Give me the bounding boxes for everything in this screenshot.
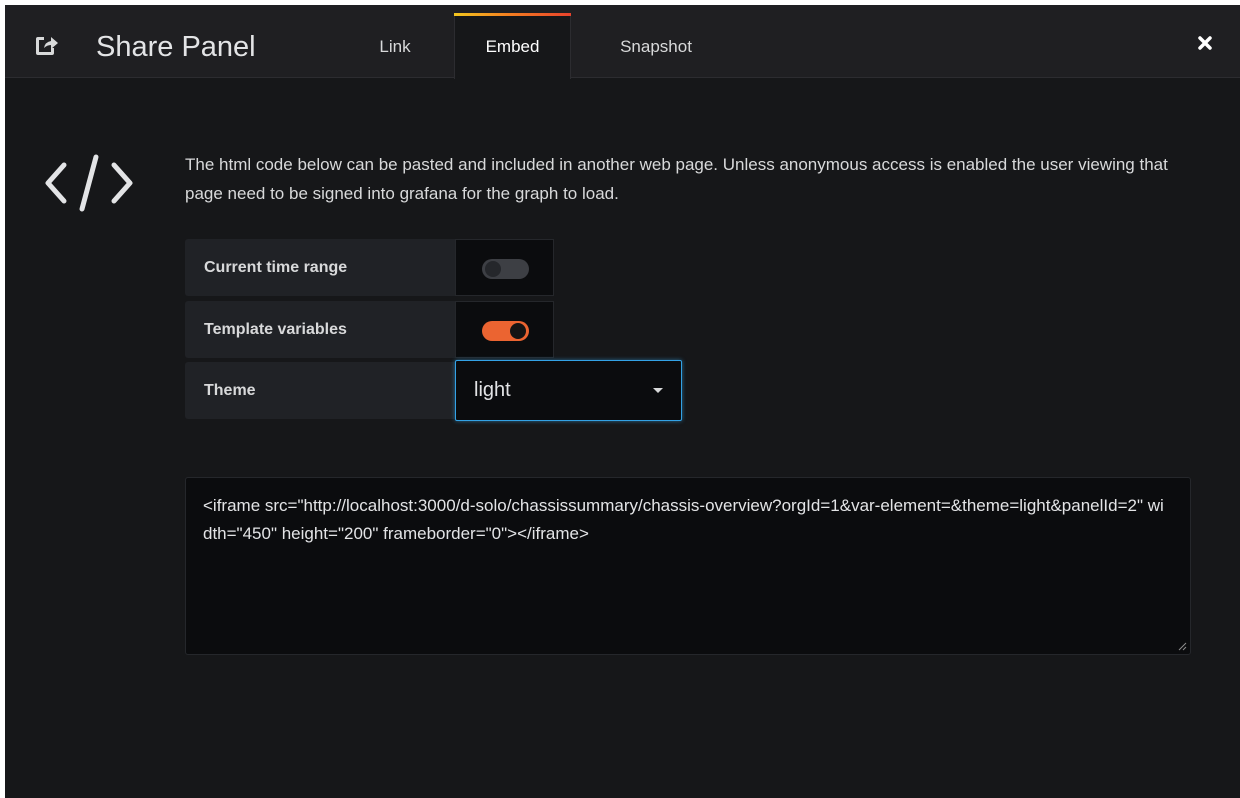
tab-snapshot-label: Snapshot — [620, 37, 692, 56]
toggle-knob — [510, 323, 526, 339]
theme-select[interactable]: light — [455, 360, 682, 421]
share-panel-modal: Share Panel Link Embed Snapshot The html… — [5, 5, 1240, 798]
embed-code-text: <iframe src="http://localhost:3000/d-sol… — [203, 496, 1164, 543]
close-icon[interactable] — [1191, 29, 1219, 57]
resize-handle-icon[interactable] — [1178, 642, 1187, 651]
tab-embed[interactable]: Embed — [454, 13, 571, 79]
template-variables-control — [455, 301, 554, 358]
theme-label: Theme — [185, 362, 455, 419]
tab-link-label: Link — [379, 37, 411, 56]
current-time-range-toggle[interactable] — [482, 259, 529, 279]
code-icon — [45, 154, 133, 212]
tab-link[interactable]: Link — [345, 15, 445, 78]
tab-embed-label: Embed — [485, 37, 540, 56]
share-square-icon — [36, 37, 58, 55]
embed-info-text: The html code below can be pasted and in… — [185, 155, 1168, 203]
modal-title: Share Panel — [96, 31, 256, 63]
template-variables-label: Template variables — [185, 301, 455, 358]
current-time-range-control — [455, 239, 554, 296]
modal-header: Share Panel Link Embed Snapshot — [5, 5, 1240, 79]
caret-down-icon — [653, 388, 663, 393]
template-variables-toggle[interactable] — [482, 321, 529, 341]
toggle-knob — [485, 261, 501, 277]
active-tab-indicator — [454, 13, 571, 16]
embed-code-textarea[interactable]: <iframe src="http://localhost:3000/d-sol… — [185, 477, 1191, 655]
current-time-range-label: Current time range — [185, 239, 455, 296]
tab-snapshot[interactable]: Snapshot — [591, 15, 721, 78]
theme-select-value: light — [474, 379, 511, 401]
